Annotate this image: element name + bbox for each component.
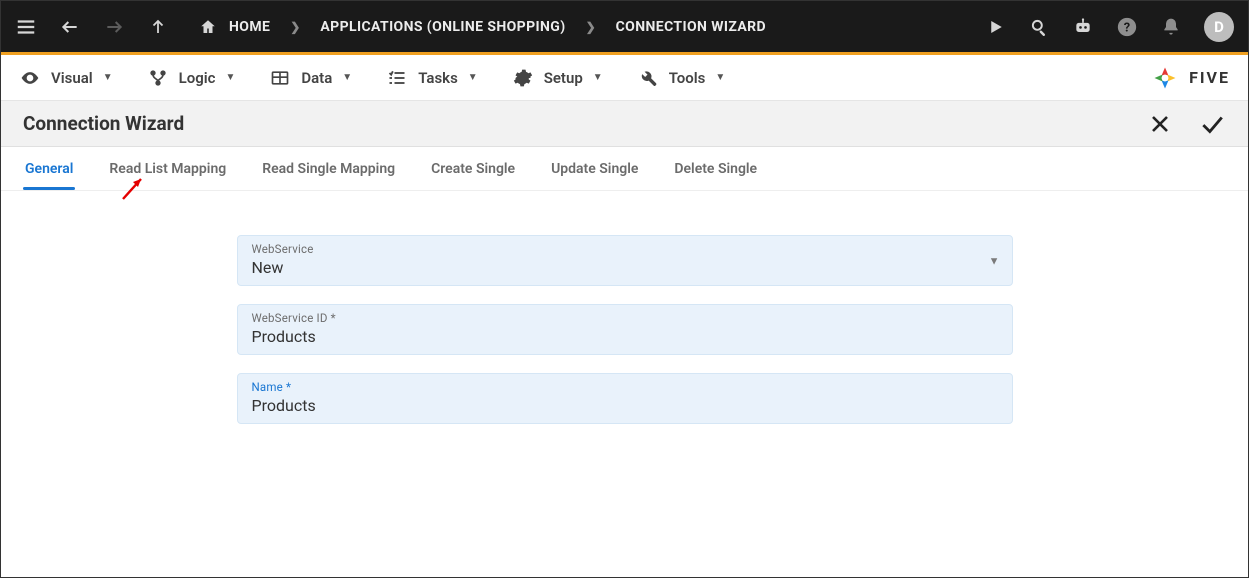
gear-icon [512,67,534,89]
menu-tasks-label: Tasks [418,69,458,87]
hamburger-icon[interactable] [15,16,37,38]
brand-label: FIVE [1189,68,1230,87]
tab-create-single[interactable]: Create Single [429,149,517,189]
avatar-initial: D [1214,18,1224,36]
tab-create-single-label: Create Single [431,161,515,177]
menu-visual-label: Visual [51,69,93,87]
tab-read-list-mapping-label: Read List Mapping [109,161,226,177]
forward-icon [103,16,125,38]
brand-mark-icon [1151,64,1179,92]
menu-setup-label: Setup [544,69,583,87]
menu-setup[interactable]: Setup ▼ [512,67,603,89]
help-icon[interactable]: ? [1116,16,1138,38]
bell-icon[interactable] [1160,16,1182,38]
menu-data-label: Data [301,69,332,87]
chevron-right-icon: ❯ [290,20,300,34]
page-title: Connection Wizard [23,112,184,135]
breadcrumb-connection-wizard[interactable]: CONNECTION WIZARD [616,19,766,35]
page-header: Connection Wizard [1,101,1248,147]
breadcrumb-applications[interactable]: APPLICATIONS (ONLINE SHOPPING) [320,19,565,35]
chevron-down-icon: ▼ [342,72,352,83]
menu-logic-label: Logic [179,69,216,87]
webservice-id-label: WebService ID * [252,311,998,325]
play-icon[interactable] [984,16,1006,38]
tab-update-single-label: Update Single [551,161,638,177]
tab-read-single-mapping[interactable]: Read Single Mapping [260,149,397,189]
webservice-id-field[interactable]: WebService ID * Products [237,304,1013,355]
tabs: General Read List Mapping Read Single Ma… [1,147,1248,191]
table-icon [269,67,291,89]
branch-icon [147,67,169,89]
chevron-down-icon: ▼ [989,254,1000,267]
bot-icon[interactable] [1072,16,1094,38]
menu-tools[interactable]: Tools ▼ [637,67,726,89]
check-icon [1199,111,1225,137]
tab-read-single-mapping-label: Read Single Mapping [262,161,395,177]
tab-general-label: General [25,161,73,177]
brand-logo: FIVE [1151,64,1230,92]
list-icon [386,67,408,89]
tab-general[interactable]: General [23,149,75,189]
chevron-down-icon: ▼ [225,72,235,83]
svg-text:?: ? [1124,20,1130,35]
webservice-value: New [252,256,998,277]
tools-icon [637,67,659,89]
eye-icon [19,67,41,89]
form-area: WebService New ▼ WebService ID * Product… [1,191,1248,424]
search-icon[interactable] [1028,16,1050,38]
avatar[interactable]: D [1204,12,1234,42]
tab-update-single[interactable]: Update Single [549,149,640,189]
chevron-right-icon: ❯ [586,20,596,34]
parent-icon[interactable] [147,16,169,38]
breadcrumb-connection-wizard-label: CONNECTION WIZARD [616,19,766,35]
back-icon[interactable] [59,16,81,38]
menu-data[interactable]: Data ▼ [269,67,352,89]
tab-delete-single[interactable]: Delete Single [672,149,759,189]
menubar: Visual ▼ Logic ▼ Data ▼ Tasks ▼ [1,55,1248,101]
breadcrumb-home[interactable]: HOME [197,16,270,38]
tab-read-list-mapping[interactable]: Read List Mapping [107,149,228,189]
name-value: Products [252,394,998,415]
topbar: HOME ❯ APPLICATIONS (ONLINE SHOPPING) ❯ … [1,1,1248,55]
menu-tasks[interactable]: Tasks ▼ [386,67,478,89]
chevron-down-icon: ▼ [715,72,725,83]
chevron-down-icon: ▼ [468,72,478,83]
name-label: Name * [252,380,998,394]
tab-delete-single-label: Delete Single [674,161,757,177]
chevron-down-icon: ▼ [103,72,113,83]
webservice-id-value: Products [252,325,998,346]
save-button[interactable] [1198,110,1226,138]
webservice-dropdown[interactable]: WebService New ▼ [237,235,1013,286]
menu-tools-label: Tools [669,69,706,87]
webservice-label: WebService [252,242,998,256]
home-icon [197,16,219,38]
close-icon [1148,112,1172,136]
breadcrumb-applications-label: APPLICATIONS (ONLINE SHOPPING) [320,19,565,35]
chevron-down-icon: ▼ [593,72,603,83]
cancel-button[interactable] [1146,110,1174,138]
name-field[interactable]: Name * Products [237,373,1013,424]
breadcrumb-home-label: HOME [229,19,270,35]
menu-visual[interactable]: Visual ▼ [19,67,113,89]
menu-logic[interactable]: Logic ▼ [147,67,236,89]
breadcrumb: HOME ❯ APPLICATIONS (ONLINE SHOPPING) ❯ … [197,16,766,38]
